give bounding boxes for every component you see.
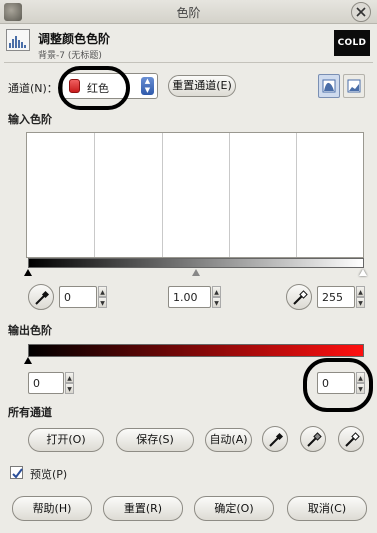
input-high-field[interactable]: 255	[317, 286, 355, 308]
histogram-linear-button[interactable]	[343, 74, 365, 98]
auto-button[interactable]: 自动(A)	[205, 428, 252, 452]
input-gamma-field[interactable]: 1.00	[168, 286, 211, 308]
window-title: 色阶	[176, 6, 201, 20]
histogram-gridline	[229, 133, 230, 257]
black-point-picker-button[interactable]	[262, 426, 288, 452]
close-icon	[356, 7, 366, 17]
eyedropper-icon	[307, 432, 322, 447]
input-low-stepper[interactable]: ▲ ▼	[98, 286, 107, 308]
input-gradient-bar	[28, 258, 364, 268]
preview-label: 预览(P)	[30, 468, 68, 481]
eyedropper-icon	[35, 290, 50, 305]
header-divider	[4, 62, 373, 63]
input-low-field[interactable]: 0	[59, 286, 97, 308]
save-button[interactable]: 保存(S)	[116, 428, 194, 452]
input-gamma-stepper[interactable]: ▲ ▼	[212, 286, 221, 308]
input-levels-label: 输入色阶	[8, 113, 52, 126]
output-levels-label: 输出色阶	[8, 324, 52, 337]
annotation-circle	[303, 358, 373, 412]
input-low-handle[interactable]	[24, 269, 32, 276]
annotation-circle	[58, 66, 130, 110]
levels-icon	[6, 29, 30, 51]
gray-point-picker-button[interactable]	[300, 426, 326, 452]
input-high-stepper[interactable]: ▲ ▼	[356, 286, 365, 308]
black-point-picker-button[interactable]	[28, 284, 54, 310]
input-high-handle[interactable]	[359, 269, 367, 276]
cancel-button[interactable]: 取消(C)	[287, 496, 367, 521]
help-button[interactable]: 帮助(H)	[12, 496, 92, 521]
dialog-heading: 调整颜色色阶	[38, 32, 111, 46]
histogram-log-icon	[322, 79, 336, 93]
output-gradient-bar	[28, 344, 364, 357]
reset-channel-button[interactable]: 重置通道(E)	[168, 75, 236, 97]
open-button[interactable]: 打开(O)	[28, 428, 104, 452]
input-gamma-handle[interactable]	[192, 269, 200, 276]
histogram-gridline	[162, 133, 163, 257]
histogram-log-button[interactable]	[318, 74, 340, 98]
image-thumbnail: COLD	[334, 30, 370, 56]
reset-button[interactable]: 重置(R)	[103, 496, 183, 521]
output-low-stepper[interactable]: ▲ ▼	[65, 372, 74, 394]
white-point-picker-button[interactable]	[286, 284, 312, 310]
close-button[interactable]	[351, 2, 371, 22]
histogram-gridline	[94, 133, 95, 257]
histogram-linear-icon	[347, 79, 361, 93]
title-bar: 色阶	[0, 0, 377, 24]
checkmark-icon	[12, 468, 23, 479]
all-channels-label: 所有通道	[8, 406, 52, 419]
histogram-gridline	[296, 133, 297, 257]
white-point-picker-button[interactable]	[338, 426, 364, 452]
histogram	[26, 132, 364, 258]
output-low-handle[interactable]	[24, 357, 32, 364]
eyedropper-icon	[345, 432, 360, 447]
preview-checkbox[interactable]	[10, 466, 23, 479]
output-low-field[interactable]: 0	[28, 372, 64, 394]
dropdown-arrows-icon: ▲ ▼	[141, 77, 154, 95]
ok-button[interactable]: 确定(O)	[194, 496, 274, 521]
eyedropper-icon	[269, 432, 284, 447]
image-name: 背景-7 (无标题)	[38, 51, 102, 61]
channel-label: 通道(N)：	[8, 82, 58, 95]
eyedropper-icon	[293, 290, 308, 305]
